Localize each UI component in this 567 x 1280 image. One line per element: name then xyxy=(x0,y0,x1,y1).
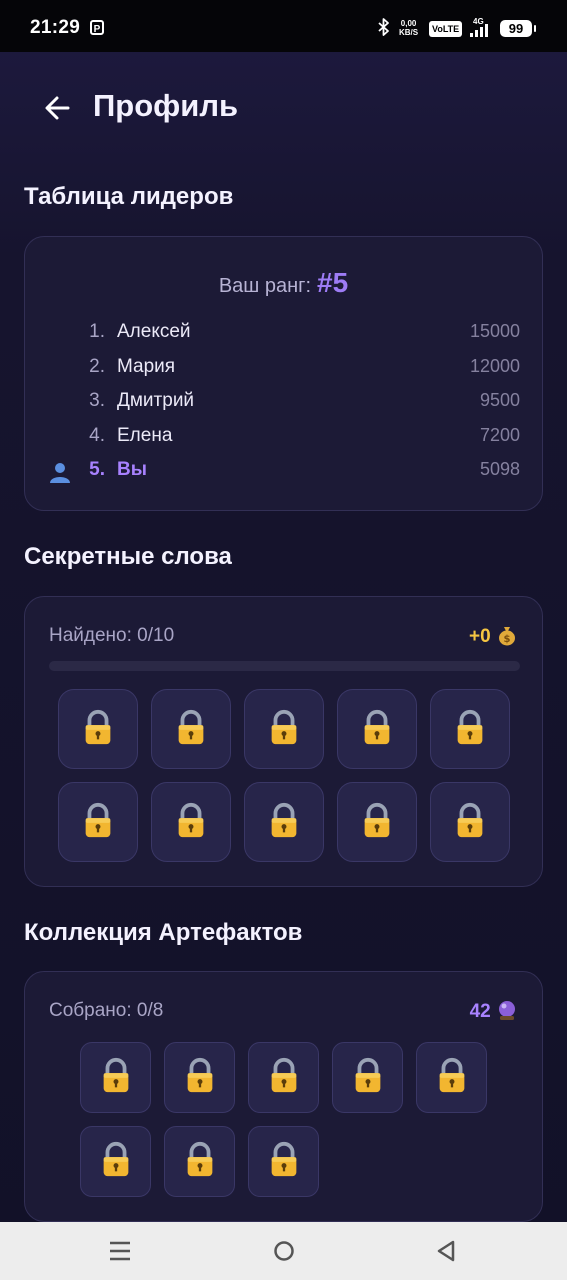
locked-slot[interactable] xyxy=(337,689,417,769)
lock-icon xyxy=(181,1140,219,1183)
lock-icon xyxy=(172,708,210,751)
lock-icon xyxy=(265,708,303,751)
locked-slot[interactable] xyxy=(248,1126,319,1197)
secret-words-progress xyxy=(49,661,520,671)
locked-slot[interactable] xyxy=(248,1042,319,1113)
locked-slot[interactable] xyxy=(58,782,138,862)
lock-icon xyxy=(265,801,303,844)
locked-slot[interactable] xyxy=(430,689,510,769)
home-icon[interactable] xyxy=(269,1236,299,1266)
locked-slot[interactable] xyxy=(164,1126,235,1197)
artifact-count: 42 xyxy=(470,999,518,1023)
leaderboard-row: 2. Мария 12000 xyxy=(89,356,520,377)
collected-label: Собрано: 0/8 xyxy=(49,1000,164,1021)
locked-slot[interactable] xyxy=(58,689,138,769)
locked-slot[interactable] xyxy=(332,1042,403,1113)
artifacts-card: Собрано: 0/8 42 xyxy=(24,971,543,1222)
leaderboard-row: 4. Елена 7200 xyxy=(89,425,520,446)
locked-slot[interactable] xyxy=(164,1042,235,1113)
arrow-left-icon[interactable] xyxy=(40,90,76,126)
lock-icon xyxy=(265,1056,303,1099)
lock-icon xyxy=(97,1056,135,1099)
menu-icon[interactable] xyxy=(105,1236,135,1266)
secret-words-title: Секретные слова xyxy=(24,543,232,570)
locked-slot[interactable] xyxy=(151,782,231,862)
leaderboard-row: 1. Алексей 15000 xyxy=(89,321,520,342)
bluetooth-icon xyxy=(378,18,390,41)
system-nav-bar xyxy=(0,1222,567,1280)
lock-icon xyxy=(181,1056,219,1099)
secret-words-card: Найдено: 0/10 +0 $ xyxy=(24,596,543,887)
lock-icon xyxy=(349,1056,387,1099)
volte-badge: VoLTE xyxy=(429,21,463,37)
money-bag-icon: $ xyxy=(496,626,518,647)
locked-slot[interactable] xyxy=(430,782,510,862)
locked-slot[interactable] xyxy=(244,689,324,769)
lock-icon xyxy=(172,801,210,844)
status-time: 21:29 xyxy=(30,17,81,38)
leaderboard-card: Ваш ранг: #5 1. Алексей 15000 2. Мария 12… xyxy=(24,236,543,511)
status-bar: 21:29 P 0,00 KB/S VoLTE 4G 99 xyxy=(0,0,567,52)
leaderboard-row: 3. Дмитрий 9500 xyxy=(89,390,520,411)
parking-icon: P xyxy=(90,20,104,35)
locked-slot[interactable] xyxy=(80,1126,151,1197)
reward-badge: +0 $ xyxy=(469,624,518,648)
lock-icon xyxy=(433,1056,471,1099)
artifacts-title: Коллекция Артефактов xyxy=(24,919,303,946)
crystal-ball-icon xyxy=(496,1001,518,1022)
rank-label: Ваш ранг: xyxy=(218,275,312,297)
svg-text:$: $ xyxy=(504,634,511,645)
locked-slot[interactable] xyxy=(416,1042,487,1113)
lock-icon xyxy=(451,801,489,844)
header: Профиль xyxy=(0,82,567,138)
lock-icon xyxy=(451,708,489,751)
battery-indicator: 99 xyxy=(500,20,536,37)
locked-slot[interactable] xyxy=(151,689,231,769)
locked-slot[interactable] xyxy=(337,782,417,862)
lock-icon xyxy=(358,801,396,844)
lock-icon xyxy=(79,708,117,751)
signal-icon: 4G xyxy=(468,17,492,39)
lock-icon xyxy=(265,1140,303,1183)
rank-value: #5 xyxy=(317,267,349,298)
found-label: Найдено: 0/10 xyxy=(49,625,175,646)
back-icon[interactable] xyxy=(431,1236,461,1266)
rank-line: Ваш ранг: #5 xyxy=(25,267,542,299)
lock-icon xyxy=(97,1140,135,1183)
network-speed: 0,00 KB/S xyxy=(399,19,419,37)
leaderboard-title: Таблица лидеров xyxy=(24,183,234,210)
leaderboard-row-current-user: 5. Вы 5098 xyxy=(49,459,520,489)
lock-icon xyxy=(358,708,396,751)
locked-slot[interactable] xyxy=(244,782,324,862)
lock-icon xyxy=(79,801,117,844)
page-title: Профиль xyxy=(93,88,239,123)
locked-slot[interactable] xyxy=(80,1042,151,1113)
